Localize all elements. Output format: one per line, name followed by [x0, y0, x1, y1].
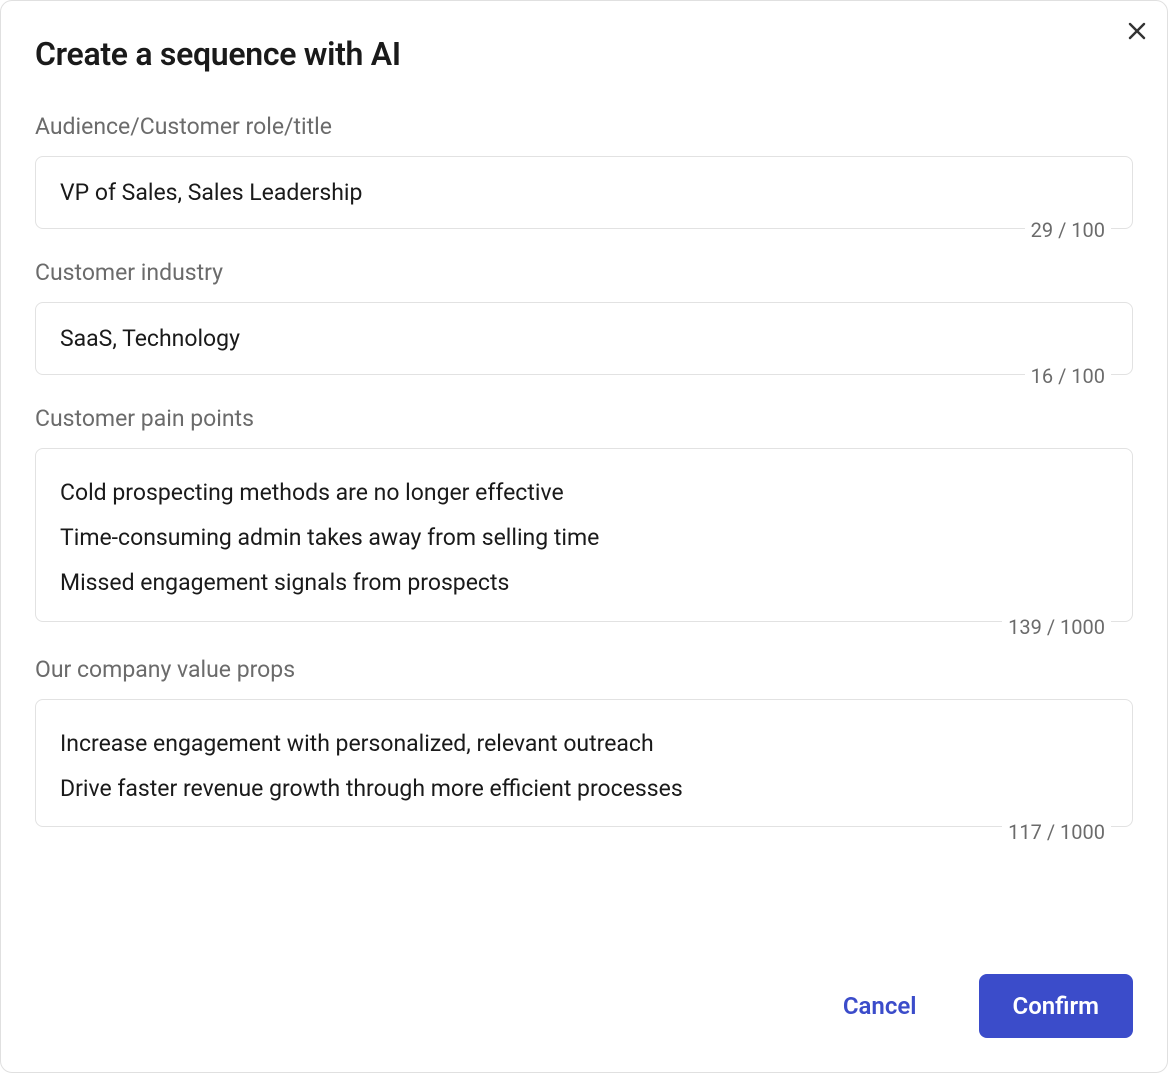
value-props-label: Our company value props	[35, 656, 1133, 683]
pain-points-textarea[interactable]	[35, 448, 1133, 622]
value-props-field-group: Our company value props 117 / 1000	[35, 656, 1133, 831]
close-button[interactable]	[1121, 15, 1153, 47]
value-props-char-count: 117 / 1000	[1002, 820, 1111, 844]
confirm-button[interactable]: Confirm	[979, 974, 1134, 1038]
pain-points-char-count: 139 / 1000	[1002, 615, 1111, 639]
modal-actions: Cancel Confirm	[809, 974, 1133, 1038]
industry-input-wrapper: 16 / 100	[35, 302, 1133, 375]
industry-field-group: Customer industry 16 / 100	[35, 259, 1133, 375]
audience-label: Audience/Customer role/title	[35, 113, 1133, 140]
pain-points-field-group: Customer pain points 139 / 1000	[35, 405, 1133, 626]
ai-sequence-modal: Create a sequence with AI Audience/Custo…	[0, 0, 1168, 1073]
modal-title: Create a sequence with AI	[35, 35, 1133, 73]
audience-input[interactable]	[35, 156, 1133, 229]
audience-char-count: 29 / 100	[1025, 218, 1111, 242]
industry-char-count: 16 / 100	[1025, 364, 1111, 388]
cancel-button[interactable]: Cancel	[809, 974, 951, 1038]
audience-input-wrapper: 29 / 100	[35, 156, 1133, 229]
pain-points-label: Customer pain points	[35, 405, 1133, 432]
industry-input[interactable]	[35, 302, 1133, 375]
pain-points-input-wrapper: 139 / 1000	[35, 448, 1133, 626]
value-props-input-wrapper: 117 / 1000	[35, 699, 1133, 831]
audience-field-group: Audience/Customer role/title 29 / 100	[35, 113, 1133, 229]
value-props-textarea[interactable]	[35, 699, 1133, 827]
industry-label: Customer industry	[35, 259, 1133, 286]
close-icon	[1125, 19, 1149, 43]
